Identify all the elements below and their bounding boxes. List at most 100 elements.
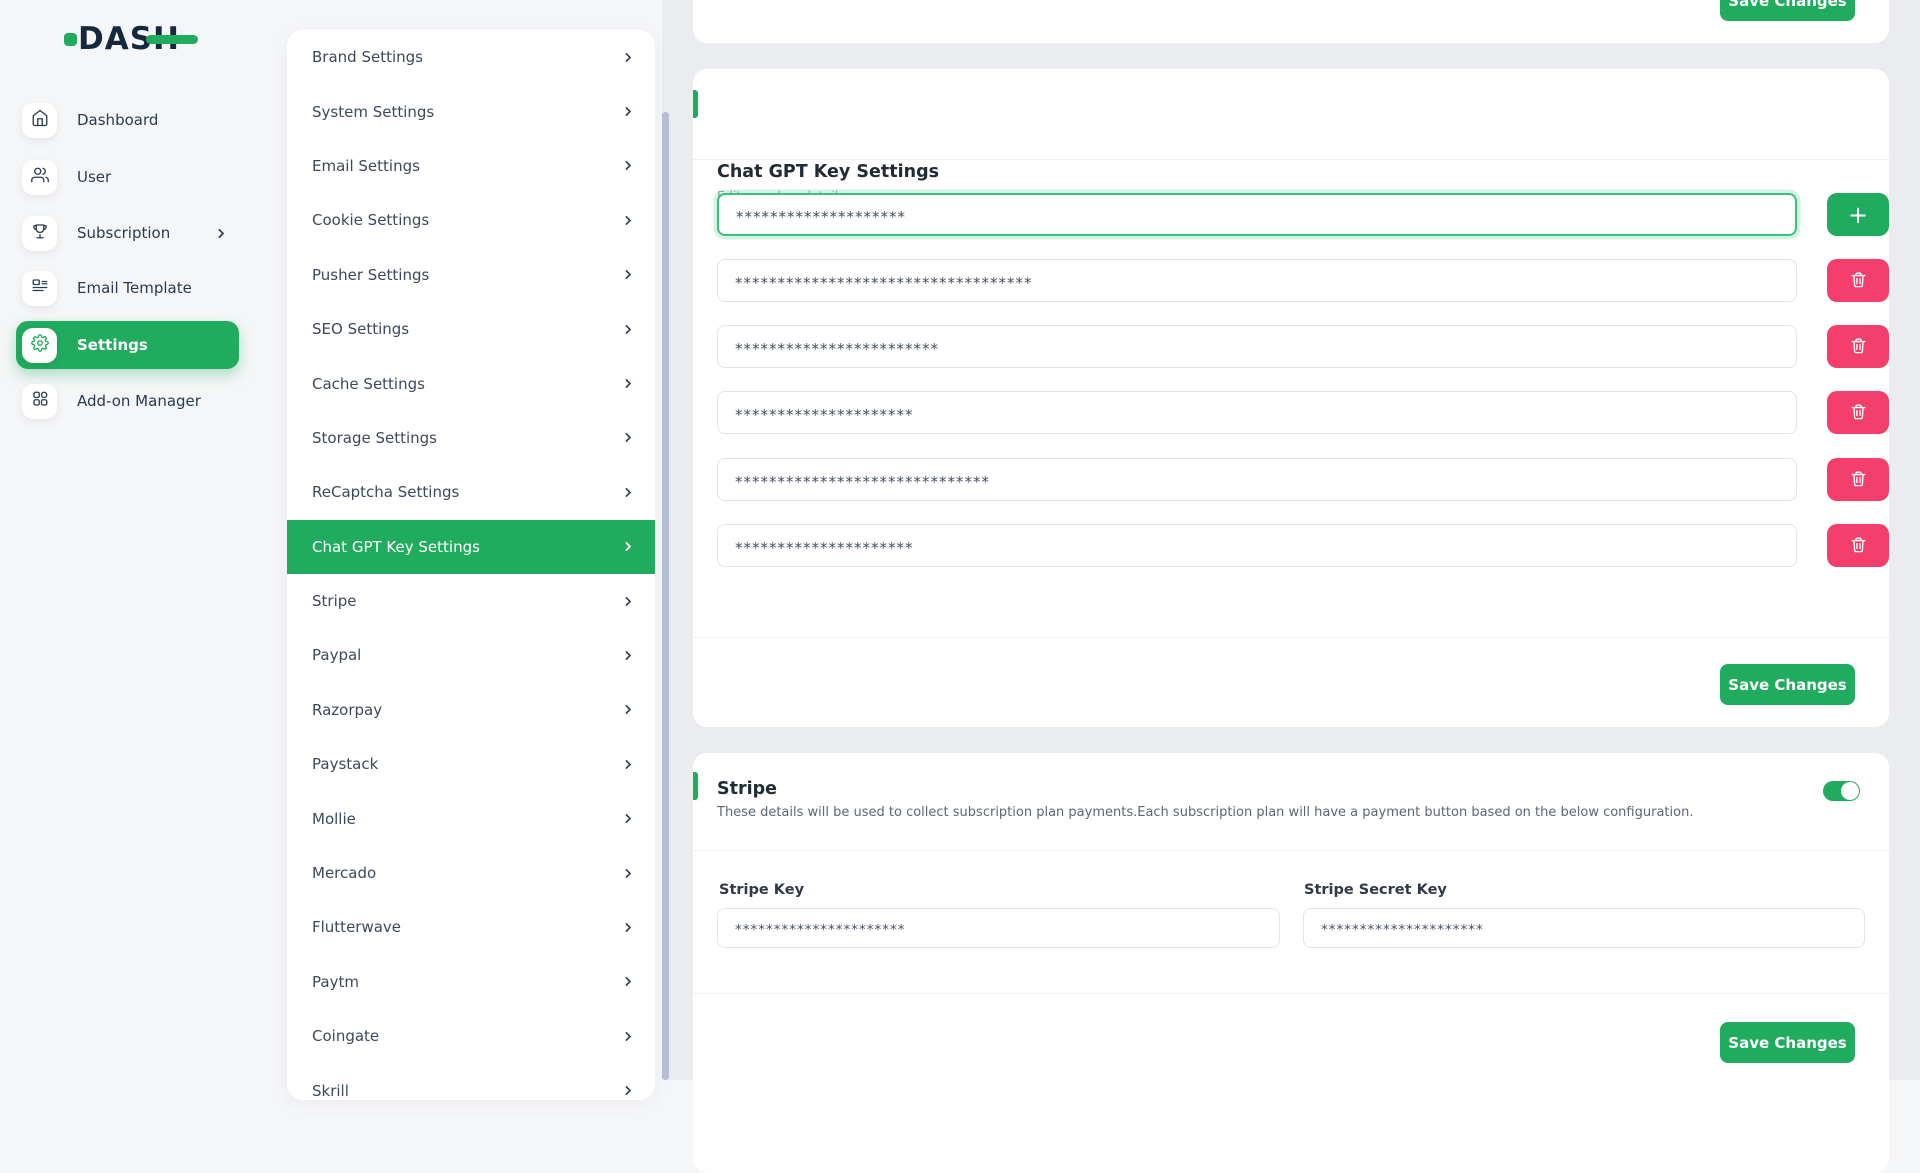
card-accent-bar [693,90,698,118]
trash-icon [1849,402,1868,424]
menu-item-label: Paystack [312,755,378,773]
sidebar-item-label: Email Template [77,279,192,297]
logo-dot [64,33,77,46]
chevron-right-icon [622,542,632,552]
stripe-toggle[interactable] [1823,781,1860,801]
sidebar-item-label: Add-on Manager [77,392,201,410]
settings-menu-item-cache[interactable]: Cache Settings [287,356,655,410]
sidebar-item-user[interactable]: User [16,153,239,201]
menu-item-label: Razorpay [312,701,382,719]
menu-item-label: Flutterwave [312,918,401,936]
delete-key-button[interactable] [1827,458,1889,501]
api-key-input[interactable] [717,193,1797,236]
settings-menu-item-paytm[interactable]: Paytm [287,955,655,1009]
sidebar: DASH Dashboard User Subscription Email T… [0,0,262,1080]
divider [693,850,1889,851]
chevron-right-icon [622,814,632,824]
settings-menu-item-skrill[interactable]: Skrill [287,1063,655,1100]
menu-item-label: Brand Settings [312,48,423,66]
chevron-right-icon [622,433,632,443]
sidebar-item-subscription[interactable]: Subscription [16,209,239,257]
sidebar-item-label: Subscription [77,224,170,242]
menu-item-label: SEO Settings [312,320,409,338]
delete-key-button[interactable] [1827,391,1889,434]
menu-item-label: Paytm [312,973,359,991]
settings-menu-item-system[interactable]: System Settings [287,84,655,138]
trophy-icon [31,222,49,244]
chevron-right-icon [622,922,632,932]
chevron-right-icon [622,868,632,878]
api-key-input[interactable] [717,325,1797,368]
home-icon [31,109,49,131]
sidebar-item-email-template[interactable]: Email Template [16,264,239,312]
api-key-input[interactable] [717,259,1797,302]
menu-item-label: Skrill [312,1082,349,1100]
menu-item-label: Paypal [312,646,361,664]
divider [693,159,1889,160]
submenu-scrollbar[interactable] [662,112,669,1080]
stripe-key-label: Stripe Key [719,882,804,898]
chevron-right-icon [622,324,632,334]
settings-menu-item-mercado[interactable]: Mercado [287,846,655,900]
settings-menu-item-recaptcha[interactable]: ReCaptcha Settings [287,465,655,519]
stripe-settings-card: Stripe These details will be used to col… [693,753,1889,1173]
settings-menu-item-stripe[interactable]: Stripe [287,574,655,628]
api-key-input[interactable] [717,524,1797,567]
gear-icon [31,334,49,356]
sidebar-item-label: User [77,168,111,186]
settings-menu-item-mollie[interactable]: Mollie [287,791,655,845]
stripe-key-input[interactable] [717,908,1280,948]
api-key-input[interactable] [717,458,1797,501]
settings-menu-item-brand[interactable]: Brand Settings [287,30,655,84]
app-logo[interactable]: DASH [64,22,180,56]
settings-menu-item-pusher[interactable]: Pusher Settings [287,248,655,302]
menu-item-label: Chat GPT Key Settings [312,538,480,556]
add-key-button[interactable]: + [1827,193,1889,236]
menu-item-label: Storage Settings [312,429,437,447]
menu-item-label: Cache Settings [312,375,425,393]
delete-key-button[interactable] [1827,325,1889,368]
api-key-row [717,259,1865,302]
settings-menu-item-chatgpt-key[interactable]: Chat GPT Key Settings [287,520,655,574]
sidebar-item-dashboard[interactable]: Dashboard [16,96,239,144]
save-button[interactable]: Save Changes [1720,1022,1855,1063]
save-button[interactable]: Save Changes [1720,0,1855,21]
settings-menu-item-seo[interactable]: SEO Settings [287,302,655,356]
grid-icon [31,390,49,412]
chevron-right-icon [622,161,632,171]
menu-item-label: ReCaptcha Settings [312,483,459,501]
chevron-right-icon [622,107,632,117]
menu-item-label: System Settings [312,103,434,121]
settings-menu-item-storage[interactable]: Storage Settings [287,411,655,465]
api-key-row [717,391,1865,434]
save-button[interactable]: Save Changes [1720,664,1855,705]
chevron-right-icon [622,759,632,769]
api-key-row [717,458,1865,501]
stripe-secret-key-input[interactable] [1303,908,1865,948]
chevron-right-icon [622,705,632,715]
settings-menu-item-coingate[interactable]: Coingate [287,1009,655,1063]
settings-menu-item-paypal[interactable]: Paypal [287,628,655,682]
menu-item-label: Pusher Settings [312,266,429,284]
menu-item-label: Mercado [312,864,376,882]
card-title: Chat GPT Key Settings [717,162,939,182]
users-icon [31,166,49,188]
chevron-right-icon [622,1031,632,1041]
card-title: Stripe [717,779,777,799]
delete-key-button[interactable] [1827,259,1889,302]
chevron-right-icon [622,977,632,987]
settings-menu-item-flutterwave[interactable]: Flutterwave [287,900,655,954]
settings-menu-item-razorpay[interactable]: Razorpay [287,683,655,737]
delete-key-button[interactable] [1827,524,1889,567]
settings-menu-item-cookie[interactable]: Cookie Settings [287,193,655,247]
trash-icon [1849,270,1868,292]
toggle-knob [1841,782,1859,800]
api-key-input[interactable] [717,391,1797,434]
sidebar-item-settings[interactable]: Settings [16,321,239,369]
trash-icon [1849,336,1868,358]
sidebar-item-addon-manager[interactable]: Add-on Manager [16,377,239,425]
api-key-row [717,325,1865,368]
settings-menu-item-paystack[interactable]: Paystack [287,737,655,791]
settings-submenu: Brand Settings System Settings Email Set… [287,30,655,1100]
settings-menu-item-email[interactable]: Email Settings [287,139,655,193]
